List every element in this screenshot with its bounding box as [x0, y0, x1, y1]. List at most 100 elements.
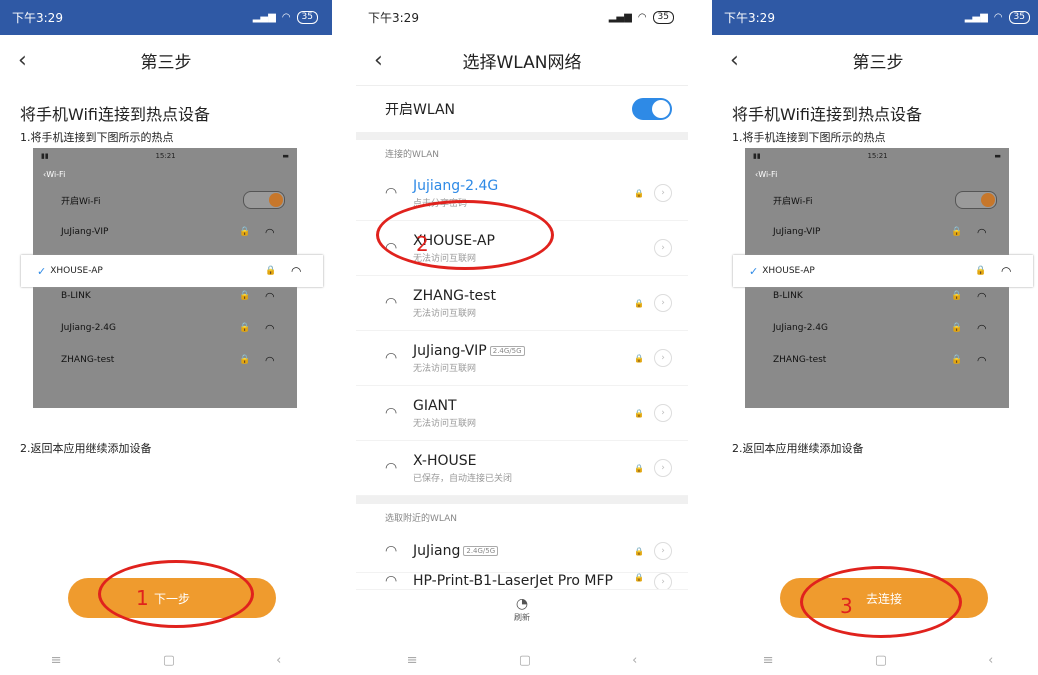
- wifi-icon: ◠: [977, 321, 987, 335]
- wifi-icon: ◠: [385, 543, 398, 559]
- lock-icon: 🔒: [634, 546, 644, 556]
- instruction-heading: 将手机Wifi连接到热点设备: [20, 105, 210, 124]
- battery-icon: 35: [652, 11, 674, 24]
- wlan-toggle[interactable]: [632, 98, 672, 120]
- detail-arrow-icon[interactable]: ›: [654, 184, 672, 202]
- lock-icon: 🔒: [951, 355, 963, 365]
- home-icon[interactable]: ▢: [519, 653, 531, 668]
- wifi-icon: ◠: [265, 225, 275, 239]
- network-name: JuJiang-VIP: [413, 342, 487, 359]
- network-name: Jujiang-2.4G: [413, 177, 499, 194]
- lock-icon: 🔒: [239, 355, 251, 365]
- battery-icon: ▬: [994, 152, 1001, 160]
- network-item[interactable]: ◠ JuJiang-VIP 2.4G/5G 无法访问互联网 🔒 ›: [356, 331, 688, 386]
- wifi-icon: ◠: [281, 12, 291, 23]
- network-item[interactable]: ◠ HP-Print-B1-LaserJet Pro MFP 🔒 ›: [356, 573, 688, 590]
- status-time: 下午3:29: [12, 11, 63, 25]
- system-nav-bar: ≡ ▢ ‹: [712, 645, 1038, 675]
- detail-arrow-icon[interactable]: ›: [654, 239, 672, 257]
- network-item[interactable]: ◠ X-HOUSE 已保存，自动连接已关闭 🔒 ›: [356, 441, 688, 496]
- status-icons: ▂▄▆ ◠ 35: [965, 11, 1030, 24]
- back-icon[interactable]: ‹: [632, 653, 637, 668]
- setup-screen-left: 下午3:29 ▂▄▆ ◠ 35 ‹ 第三步 将手机Wifi连接到热点设备 1.将…: [0, 0, 332, 675]
- menu-icon[interactable]: ≡: [51, 653, 62, 668]
- home-icon[interactable]: ▢: [163, 653, 175, 668]
- nav-bar: ‹ 选择WLAN网络: [356, 35, 688, 86]
- lock-icon: 🔒: [951, 291, 963, 301]
- refresh-button[interactable]: ◔ 刷新: [356, 596, 688, 623]
- detail-arrow-icon[interactable]: ›: [654, 542, 672, 560]
- wlan-toggle-row: 开启WLAN: [356, 86, 688, 132]
- wifi-icon: ◠: [385, 405, 398, 421]
- refresh-label: 刷新: [514, 613, 530, 622]
- band-badge: 2.4G/5G: [489, 345, 525, 356]
- nav-bar: ‹ 第三步: [712, 35, 1038, 85]
- detail-arrow-icon[interactable]: ›: [654, 349, 672, 367]
- status-bar: 下午3:29 ▂▄▆ ◠ 35: [356, 0, 688, 35]
- wifi-icon: ◠: [385, 295, 398, 311]
- menu-icon[interactable]: ≡: [763, 653, 774, 668]
- lock-icon: 🔒: [239, 227, 251, 237]
- detail-arrow-icon[interactable]: ›: [654, 404, 672, 422]
- annotation-marker: 3: [840, 594, 853, 618]
- wifi-icon: ◠: [385, 573, 398, 589]
- annotation-ring: [376, 200, 554, 270]
- system-nav-bar: ≡ ▢ ‹: [356, 645, 688, 675]
- wlan-screen: 下午3:29 ▂▄▆ ◠ 35 ‹ 选择WLAN网络 开启WLAN 连接的WLA…: [356, 0, 688, 675]
- wifi-icon: ◠: [1001, 264, 1012, 278]
- instruction-step-1: 1.将手机连接到下图所示的热点: [732, 131, 886, 144]
- inner-network-row: JuJiang-VIP 🔒 ◠: [745, 216, 1009, 248]
- network-status: 无法访问互联网: [413, 308, 477, 319]
- network-name: HP-Print-B1-LaserJet Pro MFP: [413, 573, 613, 589]
- network-item[interactable]: ◠ ZHANG-test 无法访问互联网 🔒 ›: [356, 276, 688, 331]
- highlighted-network: ✓ XHOUSE-AP 🔒 ◠: [21, 255, 323, 287]
- lock-icon: 🔒: [239, 291, 251, 301]
- network-item[interactable]: ◠ GIANT 无法访问互联网 🔒 ›: [356, 386, 688, 441]
- lock-icon: 🔒: [265, 266, 277, 276]
- detail-arrow-icon[interactable]: ›: [654, 459, 672, 477]
- wifi-icon: ◠: [385, 185, 398, 201]
- section-header: 选取附近的WLAN: [385, 513, 458, 524]
- check-icon: ✓: [749, 264, 759, 278]
- battery-icon: ▬: [282, 152, 289, 160]
- back-icon[interactable]: ‹: [988, 653, 993, 668]
- annotation-marker: 2: [416, 232, 429, 256]
- signal-icon: ▂▄▆: [964, 12, 988, 23]
- inner-network-row: ZHANG-test 🔒 ◠: [33, 344, 297, 376]
- band-badge: 2.4G/5G: [463, 546, 499, 556]
- home-icon[interactable]: ▢: [875, 653, 887, 668]
- lock-icon: 🔒: [951, 323, 963, 333]
- status-icons: ▂▄▆ ◠ 35: [609, 11, 674, 24]
- detail-arrow-icon[interactable]: ›: [654, 294, 672, 312]
- inner-back: ‹ Wi-Fi: [755, 169, 778, 179]
- back-button[interactable]: ‹: [18, 48, 27, 73]
- toggle-icon: [955, 191, 997, 209]
- wifi-icon: ◠: [977, 353, 987, 367]
- status-icons: ▂▄▆ ◠ 35: [253, 11, 318, 24]
- status-bar: 下午3:29 ▂▄▆ ◠ 35: [712, 0, 1038, 35]
- wifi-icon: ◠: [291, 264, 302, 278]
- menu-icon[interactable]: ≡: [407, 653, 418, 668]
- inner-time: 15:21: [867, 152, 888, 160]
- detail-arrow-icon[interactable]: ›: [654, 573, 672, 589]
- back-button[interactable]: ‹: [374, 48, 383, 73]
- network-item[interactable]: ◠ JuJiang 2.4G/5G 🔒 ›: [356, 530, 688, 573]
- annotation-ring: [98, 560, 254, 628]
- wifi-icon: ◠: [977, 289, 987, 303]
- wifi-icon: ◠: [637, 12, 647, 23]
- page-title: 第三步: [852, 52, 904, 73]
- lock-icon: 🔒: [634, 463, 644, 473]
- status-bar: 下午3:29 ▂▄▆ ◠ 35: [0, 0, 332, 35]
- wlan-toggle-label: 开启WLAN: [385, 102, 456, 118]
- lock-icon: 🔒: [634, 298, 644, 308]
- inner-time: 15:21: [155, 152, 176, 160]
- battery-icon: 35: [1008, 11, 1030, 24]
- back-button[interactable]: ‹: [730, 48, 739, 73]
- nav-bar: ‹ 第三步: [0, 35, 332, 85]
- network-status: 已保存，自动连接已关闭: [413, 473, 513, 484]
- page-title: 第三步: [140, 52, 192, 73]
- instruction-heading: 将手机Wifi连接到热点设备: [732, 105, 922, 124]
- network-status: 无法访问互联网: [413, 363, 477, 374]
- back-icon[interactable]: ‹: [276, 653, 281, 668]
- lock-icon: 🔒: [239, 323, 251, 333]
